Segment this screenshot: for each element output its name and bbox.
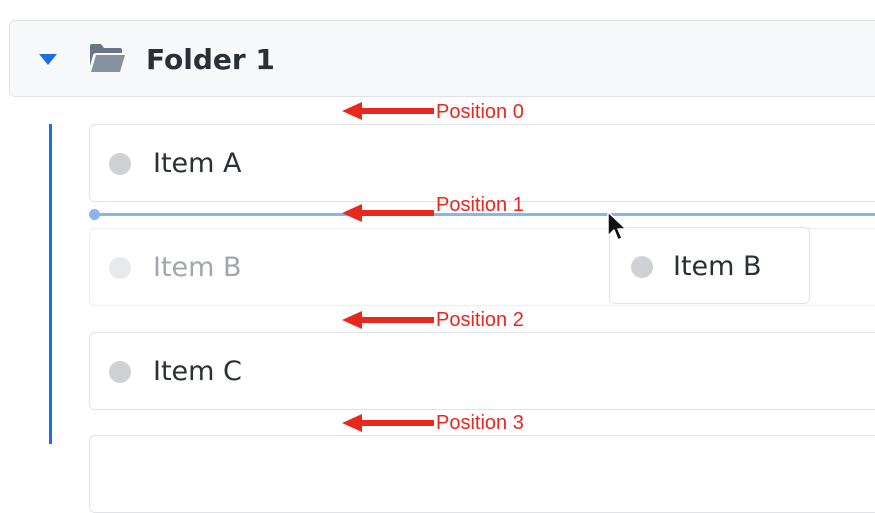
annotation-position-1: Position 1 [436, 194, 524, 216]
tree-guide-line [49, 124, 52, 444]
annotation-position-0: Position 0 [436, 101, 524, 123]
arrow-left-icon [342, 204, 434, 222]
item-label: Item A [153, 148, 242, 179]
list-item-next[interactable] [89, 435, 875, 513]
item-status-dot [109, 361, 131, 383]
drag-preview[interactable]: Item B [609, 227, 810, 304]
item-status-dot [109, 153, 131, 175]
item-label: Item C [153, 356, 242, 387]
list-item-c[interactable]: Item C [89, 332, 875, 410]
annotation-position-3: Position 3 [436, 412, 524, 434]
folder-row[interactable] [9, 20, 875, 97]
annotation-position-2: Position 2 [436, 309, 524, 331]
item-status-dot [109, 257, 131, 279]
folder-label: Folder 1 [146, 43, 275, 76]
arrow-left-icon [342, 414, 434, 432]
arrow-left-icon [342, 311, 434, 329]
folder-open-icon [90, 44, 125, 72]
drag-preview-label: Item B [673, 251, 762, 282]
list-item-a[interactable]: Item A [89, 124, 875, 202]
mouse-pointer-icon [607, 211, 627, 241]
item-label: Item B [153, 252, 242, 283]
drop-indicator-dot [89, 209, 100, 220]
caret-down-icon[interactable] [39, 54, 57, 65]
arrow-left-icon [342, 102, 434, 120]
item-status-dot [631, 256, 653, 278]
